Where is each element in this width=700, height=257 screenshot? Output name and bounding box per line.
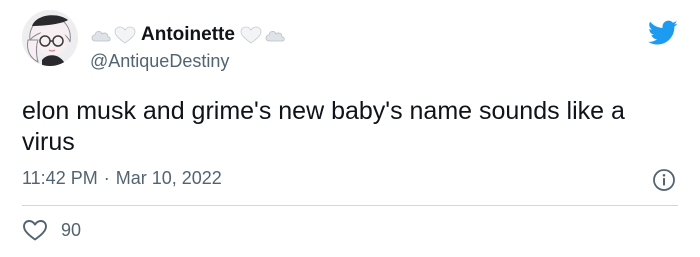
heart-outline-icon — [22, 218, 48, 242]
twitter-bird-icon[interactable] — [648, 20, 678, 46]
user-handle[interactable]: @AntiqueDestiny — [90, 51, 229, 72]
name-row: Antoinette — [90, 22, 286, 48]
info-icon[interactable] — [652, 168, 676, 192]
white-heart-icon — [240, 26, 262, 44]
like-button[interactable]: 90 — [22, 218, 81, 242]
like-count: 90 — [61, 219, 82, 240]
display-name[interactable]: Antoinette — [141, 24, 235, 46]
tweet-time: 11:42 PM — [22, 168, 98, 188]
white-heart-icon — [114, 26, 136, 44]
tweet-card: Antoinette @AntiqueDestiny elon musk and… — [0, 0, 700, 257]
cloud-icon — [264, 26, 286, 44]
cloud-icon — [90, 26, 112, 44]
meta-separator: · — [103, 168, 110, 188]
tweet-date: Mar 10, 2022 — [115, 168, 222, 188]
tweet-timestamp[interactable]: 11:42 PM · Mar 10, 2022 — [22, 168, 222, 189]
divider — [22, 205, 678, 206]
avatar[interactable] — [22, 10, 78, 66]
tweet-text: elon musk and grime's new baby's name so… — [22, 97, 625, 156]
